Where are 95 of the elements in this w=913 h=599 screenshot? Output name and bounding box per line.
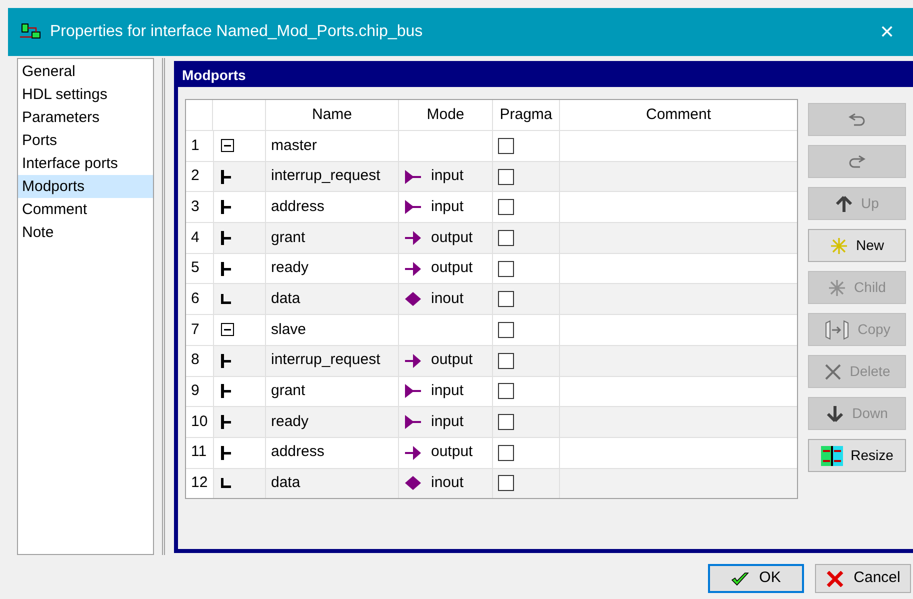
tree-branch-icon <box>221 446 231 460</box>
row-number: 9 <box>191 381 200 402</box>
pragma-checkbox[interactable] <box>498 414 514 430</box>
table-cell-text: output <box>431 228 473 248</box>
table-cell-text: input <box>431 381 464 402</box>
tree-end-icon <box>221 294 231 304</box>
table-cell-text: input <box>431 412 464 432</box>
pragma-checkbox[interactable] <box>498 168 514 185</box>
input-arrow-icon <box>404 199 422 216</box>
tree-branch-icon <box>221 262 231 276</box>
table-cell-text: output <box>431 258 473 278</box>
row-number: 5 <box>191 258 200 278</box>
resize-icon <box>820 446 843 466</box>
table-cell-text: output <box>431 442 473 462</box>
ok-button[interactable]: OK <box>708 564 804 593</box>
pragma-checkbox[interactable] <box>498 199 514 216</box>
sparkle-icon <box>828 278 846 296</box>
table-cell-text: grant <box>271 381 306 402</box>
output-arrow-icon <box>404 230 422 246</box>
table-cell-text: grant <box>271 228 306 248</box>
pragma-checkbox[interactable] <box>498 475 514 492</box>
pragma-checkbox[interactable] <box>498 138 514 154</box>
table-cell-text: input <box>431 196 464 217</box>
checkmark-icon <box>731 572 750 586</box>
input-arrow-icon <box>404 168 422 185</box>
tree-branch-icon <box>221 200 231 214</box>
cross-icon <box>824 362 842 380</box>
resize-button[interactable]: Resize <box>808 439 906 472</box>
sparkle-icon <box>830 236 848 254</box>
pragma-checkbox[interactable] <box>498 352 514 369</box>
undo-icon <box>848 110 866 128</box>
category-item[interactable]: Ports <box>18 129 153 152</box>
arrow-down-icon <box>826 404 844 422</box>
row-number: 12 <box>191 473 208 494</box>
row-number: 8 <box>191 350 200 370</box>
input-arrow-icon <box>404 414 422 430</box>
row-number: 1 <box>191 136 200 156</box>
row-number: 6 <box>191 289 200 310</box>
tree-branch-icon <box>221 384 231 398</box>
table-cell-text: address <box>271 442 324 462</box>
cross-icon <box>826 570 844 586</box>
collapse-icon[interactable] <box>221 323 234 336</box>
diamond-icon <box>404 291 422 308</box>
table-cell-text: address <box>271 196 324 217</box>
tree-end-icon <box>221 478 231 488</box>
tree-branch-icon <box>221 354 231 368</box>
collapse-icon[interactable] <box>221 139 234 152</box>
redo-icon <box>848 152 866 170</box>
new-button[interactable]: New <box>808 229 906 262</box>
tree-branch-icon <box>221 230 231 245</box>
pragma-checkbox[interactable] <box>498 291 514 308</box>
output-arrow-icon <box>404 444 422 461</box>
panel-header: Modports <box>178 65 913 87</box>
diamond-icon <box>404 475 422 492</box>
row-number: 4 <box>191 228 200 248</box>
pragma-checkbox[interactable] <box>498 230 514 246</box>
table-cell-text: ready <box>271 258 309 278</box>
row-number: 2 <box>191 166 200 186</box>
output-arrow-icon <box>404 260 422 277</box>
row-number: 3 <box>191 196 200 217</box>
output-arrow-icon <box>404 352 422 369</box>
tree-branch-icon <box>221 170 231 184</box>
pragma-checkbox[interactable] <box>498 444 514 461</box>
table-cell-text: ready <box>271 412 309 432</box>
category-item[interactable]: Comment <box>18 198 153 221</box>
pragma-checkbox[interactable] <box>498 383 514 400</box>
cancel-button[interactable]: Cancel <box>815 564 911 593</box>
table-cell-text: inout <box>431 289 464 310</box>
category-item[interactable]: HDL settings <box>18 83 153 106</box>
table-cell-text: output <box>431 350 473 370</box>
arrow-up-icon <box>835 194 854 212</box>
column-header[interactable]: Comment <box>560 100 797 130</box>
table-cell-text: slave <box>271 320 306 340</box>
row-number: 11 <box>191 442 207 462</box>
table-cell-text: interrup_request <box>271 166 380 186</box>
copy-icon <box>824 320 850 340</box>
table-cell-text: master <box>271 136 317 156</box>
category-item[interactable]: Note <box>18 221 153 244</box>
row-number: 7 <box>191 320 200 340</box>
app-icon <box>20 23 42 41</box>
category-item[interactable]: Parameters <box>18 106 153 129</box>
table-cell-text: inout <box>431 473 464 494</box>
category-item[interactable]: General <box>18 60 153 83</box>
category-item[interactable]: Interface ports <box>18 152 153 175</box>
table-cell-text: input <box>431 166 464 186</box>
window-title: Properties for interface Named_Mod_Ports.chip_bus <box>50 22 424 42</box>
pragma-checkbox[interactable] <box>498 260 514 277</box>
row-number: 10 <box>191 412 208 432</box>
table-cell-text: data <box>271 473 300 494</box>
input-arrow-icon <box>404 383 422 400</box>
tree-branch-icon <box>221 415 231 430</box>
table-cell-text: data <box>271 289 300 310</box>
pragma-checkbox[interactable] <box>498 322 514 338</box>
category-item[interactable]: Modports <box>18 175 153 198</box>
table-cell-text: interrup_request <box>271 350 380 370</box>
